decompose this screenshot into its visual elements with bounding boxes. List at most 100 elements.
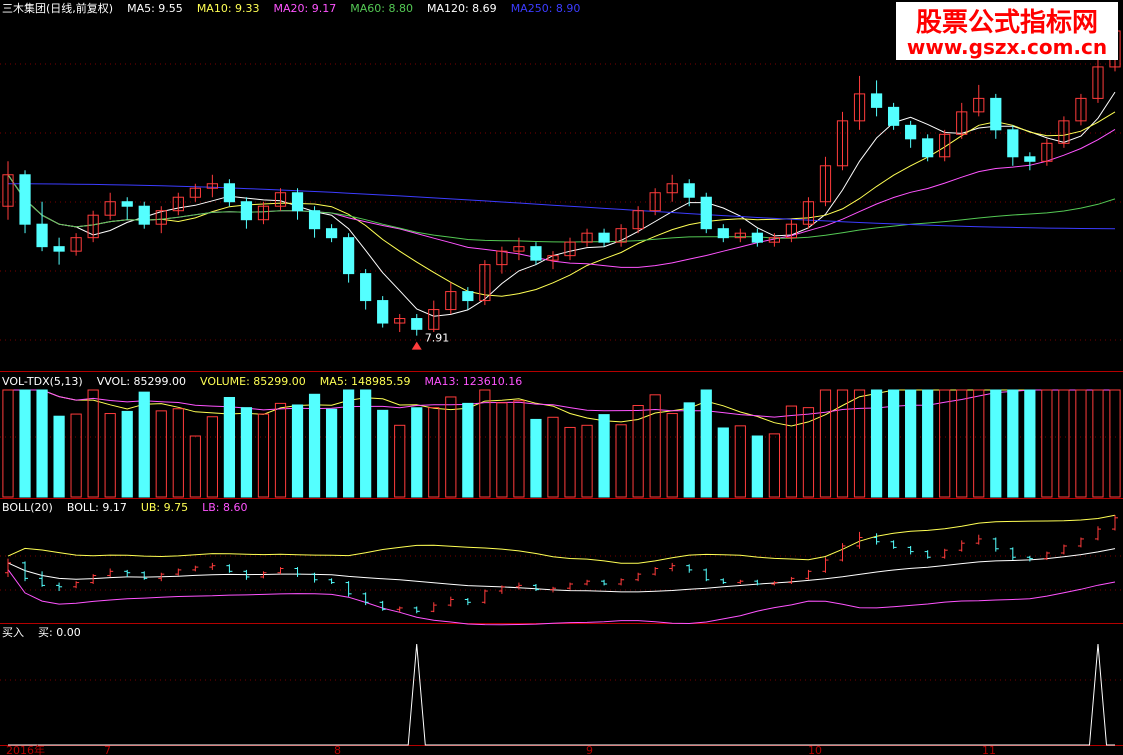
candle-body xyxy=(121,201,133,207)
volume-bar xyxy=(189,435,201,498)
volume-bar xyxy=(479,389,491,498)
candle-body xyxy=(1024,156,1036,162)
header-item-0: 三木集团(日线,前复权) xyxy=(2,1,113,15)
volume-bar xyxy=(683,402,695,498)
volume-bar xyxy=(1007,389,1019,498)
x-axis-label: 10 xyxy=(808,744,822,755)
volume-bar xyxy=(666,413,678,498)
x-axis-label: 2016年 xyxy=(6,743,45,755)
volume-bar xyxy=(240,407,253,498)
header-item-4: MA60: 8.80 xyxy=(350,2,413,15)
volume-bar xyxy=(308,393,321,498)
boll-panel-header: BOLL(20) BOLL: 9.17 UB: 9.75 LB: 8.60 xyxy=(2,501,248,514)
volume-bar xyxy=(53,415,65,498)
volume-bar xyxy=(87,389,99,498)
volume-ma5-line xyxy=(8,389,1115,427)
low-marker-icon xyxy=(411,341,422,350)
candle-body xyxy=(870,93,883,108)
header-item-6: MA250: 8.90 xyxy=(511,2,581,15)
candle-body xyxy=(325,228,338,239)
candle-body xyxy=(905,124,917,140)
header-item-3: MA20: 9.17 xyxy=(274,2,337,15)
volume-bar xyxy=(819,389,832,498)
header-item-2: UB: 9.75 xyxy=(141,501,188,514)
candle-body xyxy=(360,273,372,302)
candle-body xyxy=(291,192,304,212)
watermark-url: www.gszx.com.cn xyxy=(907,35,1107,59)
candle-body xyxy=(462,291,474,302)
ma250-line xyxy=(8,183,1116,230)
candle-body xyxy=(53,246,65,252)
volume-bar xyxy=(445,396,457,498)
volume-bar xyxy=(990,389,1002,498)
candle-body xyxy=(411,318,423,330)
candle-body xyxy=(1007,129,1019,158)
volume-bar xyxy=(155,410,167,498)
candle-body xyxy=(751,232,763,243)
volume-bar xyxy=(973,389,985,498)
volume-bar xyxy=(700,389,712,498)
candle-body xyxy=(36,223,48,248)
header-item-0: BOLL(20) xyxy=(2,501,53,514)
volume-bar xyxy=(257,413,270,498)
volume-bar xyxy=(121,410,133,498)
volume-bar xyxy=(581,424,593,498)
ma10-line xyxy=(7,111,1116,297)
panel-separators xyxy=(0,371,1123,746)
signal-panel-header: 买入 买: 0.00 xyxy=(2,626,81,639)
boll-upper-line xyxy=(7,514,1116,564)
volume-bar xyxy=(785,405,798,498)
volume-bar xyxy=(598,414,610,498)
volume-bar xyxy=(751,435,763,498)
volume-bar xyxy=(394,424,406,498)
volume-bar xyxy=(853,389,866,498)
header-item-2: MA10: 9.33 xyxy=(197,2,260,15)
volume-bar xyxy=(360,389,372,498)
volume-bar xyxy=(870,389,883,498)
stock-chart: 7.91 三木集团(日线,前复权) MA5: 9.55 MA10: 9.33 MA20… xyxy=(0,1,1123,755)
boll-mid-line xyxy=(7,548,1116,593)
ma5-line xyxy=(7,91,1116,317)
ma20-line xyxy=(7,128,1116,268)
volume-bar xyxy=(547,416,559,498)
volume-bar xyxy=(343,389,355,498)
boll-lower-line xyxy=(7,569,1116,626)
header-item-2: VOLUME: 85299.00 xyxy=(200,375,306,388)
candle-body xyxy=(240,201,253,221)
volume-bar xyxy=(905,389,917,498)
volume-bar xyxy=(496,402,508,498)
candle-body xyxy=(598,232,610,243)
header-item-3: MA5: 148985.59 xyxy=(320,375,411,388)
volume-ma-lines xyxy=(8,389,1115,427)
volume-bar xyxy=(274,402,287,498)
volume-bar xyxy=(104,413,116,498)
volume-bar xyxy=(70,413,82,498)
volume-bar xyxy=(530,418,542,498)
header-item-1: 买: 0.00 xyxy=(38,626,81,639)
candlesticks xyxy=(2,22,1121,336)
watermark: 股票公式指标网 www.gszx.com.cn xyxy=(896,2,1118,60)
candle-body xyxy=(343,237,355,275)
buy-signal-polyline xyxy=(8,643,1115,746)
volume-bar xyxy=(1024,389,1036,498)
volume-bar xyxy=(956,389,968,498)
volume-bar xyxy=(1058,389,1070,498)
volume-bar xyxy=(615,424,627,498)
volume-bar xyxy=(1041,389,1053,498)
volume-bar xyxy=(717,427,729,498)
volume-bar xyxy=(377,409,389,498)
watermark-title: 股票公式指标网 xyxy=(916,8,1098,38)
header-item-0: VOL-TDX(5,13) xyxy=(2,375,83,388)
volume-bar xyxy=(291,404,304,498)
price-panel-header: 三木集团(日线,前复权) MA5: 9.55 MA10: 9.33 MA20: 9.1… xyxy=(2,1,580,15)
x-axis-label: 8 xyxy=(334,744,341,755)
candle-body xyxy=(223,183,236,203)
chart-markers: 7.91 xyxy=(411,332,449,350)
volume-ma13-line xyxy=(8,389,1115,418)
volume-bar xyxy=(887,389,900,498)
candle-body xyxy=(717,228,729,239)
buy-signal-line xyxy=(8,643,1115,746)
volume-panel-header: VOL-TDX(5,13) VVOL: 85299.00 VOLUME: 85299… xyxy=(2,375,522,388)
candle-body xyxy=(19,174,31,225)
volume-bar xyxy=(2,389,14,498)
